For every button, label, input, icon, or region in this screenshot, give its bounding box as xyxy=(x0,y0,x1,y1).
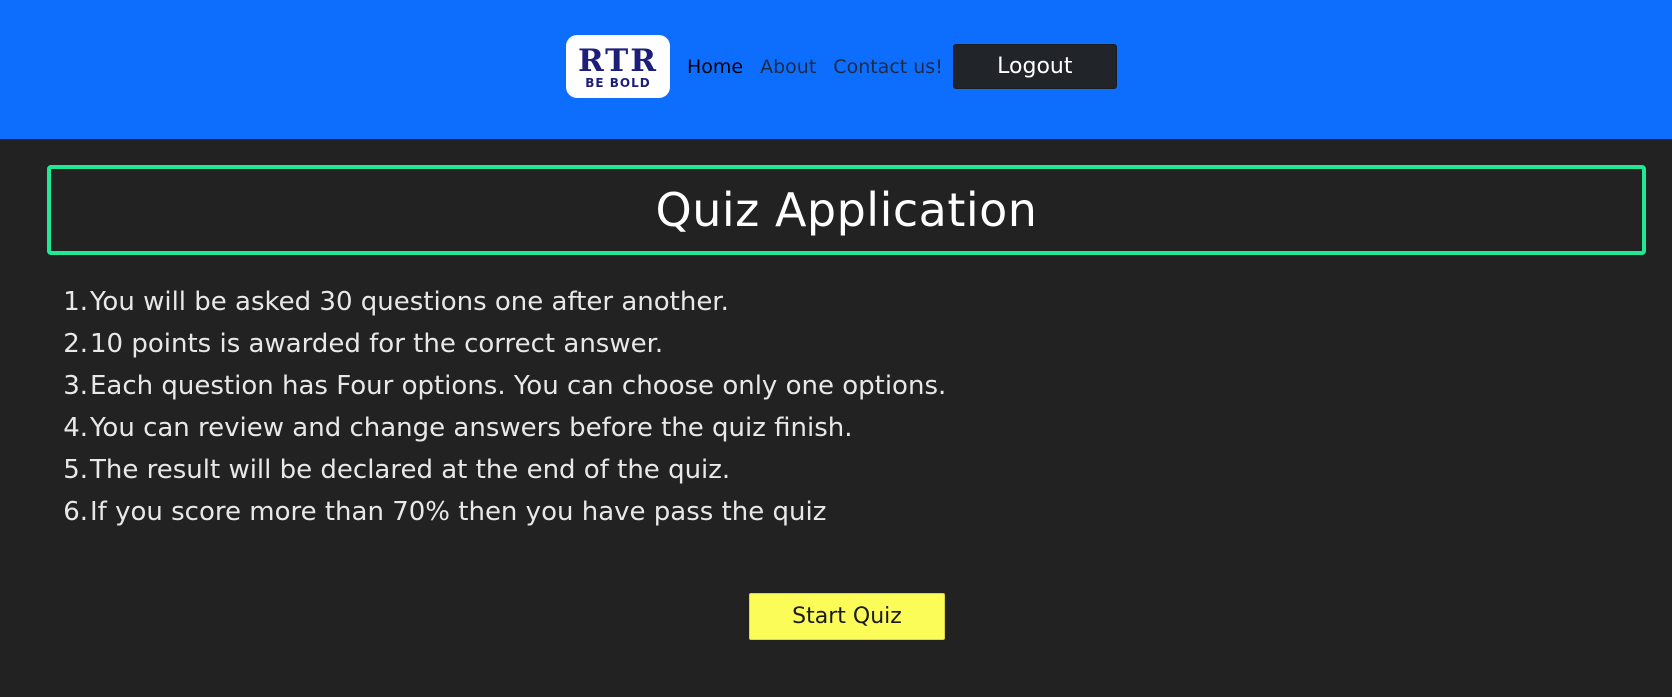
rule-number: 6. xyxy=(63,497,88,527)
rule-item: 3.Each question has Four options. You ca… xyxy=(52,365,946,407)
rule-text: You will be asked 30 questions one after… xyxy=(90,287,729,317)
nav-link-about[interactable]: About xyxy=(760,56,816,78)
nav-link-contact[interactable]: Contact us! xyxy=(833,56,943,78)
logo-text: RTR xyxy=(577,42,659,79)
logo-tagline: BE BOLD xyxy=(585,75,651,90)
navbar-content: RTR BE BOLD Home About Contact us! Logou… xyxy=(566,35,1117,98)
nav-link-home[interactable]: Home xyxy=(687,56,743,78)
page-title: Quiz Application xyxy=(655,183,1038,237)
page-title-box: Quiz Application xyxy=(47,165,1646,255)
start-quiz-button[interactable]: Start Quiz xyxy=(749,593,945,640)
rule-text: If you score more than 70% then you have… xyxy=(90,497,827,527)
rule-item: 2.10 points is awarded for the correct a… xyxy=(52,323,946,365)
brand-logo[interactable]: RTR BE BOLD xyxy=(566,35,670,98)
rule-text: 10 points is awarded for the correct ans… xyxy=(90,329,664,359)
rule-number: 2. xyxy=(63,329,88,359)
rule-number: 3. xyxy=(63,371,88,401)
rule-text: Each question has Four options. You can … xyxy=(90,371,947,401)
rule-text: You can review and change answers before… xyxy=(90,413,853,443)
rule-item: 1.You will be asked 30 questions one aft… xyxy=(52,281,946,323)
rule-item: 5.The result will be declared at the end… xyxy=(52,449,946,491)
rule-number: 1. xyxy=(63,287,88,317)
rule-text: The result will be declared at the end o… xyxy=(90,455,731,485)
rule-number: 4. xyxy=(63,413,88,443)
rule-item: 4.You can review and change answers befo… xyxy=(52,407,946,449)
rules-list: 1.You will be asked 30 questions one aft… xyxy=(52,281,946,533)
rule-number: 5. xyxy=(63,455,88,485)
logout-button[interactable]: Logout xyxy=(952,44,1117,89)
rule-item: 6.If you score more than 70% then you ha… xyxy=(52,491,946,533)
navbar: RTR BE BOLD Home About Contact us! Logou… xyxy=(0,0,1672,139)
